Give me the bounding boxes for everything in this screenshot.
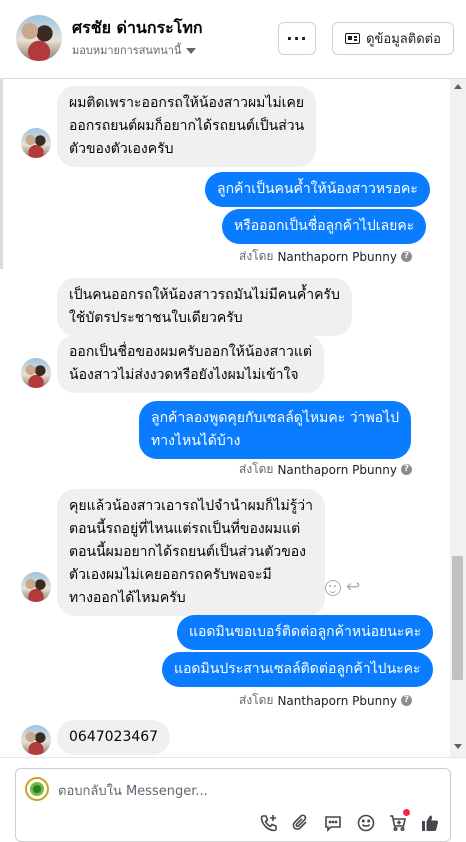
like-icon[interactable] — [419, 812, 441, 834]
message-line: หรือออกเป็นชื่อลูกค้าไปเลยคะ — [234, 218, 415, 234]
message-line: แอดมินประสานเซลล์ติดต่อลูกค้าไปนะคะ — [174, 661, 421, 677]
message-line: ออกรถยนต์ผมก็อยากได้รถยนต์เป็นส่วน — [69, 118, 305, 134]
conversation-header: ศรชัย ด่านกระโทก มอบหมายการสนทนานี้ ··· … — [0, 0, 466, 79]
assign-conversation-dropdown[interactable]: มอบหมายการสนทนานี้ — [72, 41, 197, 59]
message-outgoing[interactable]: แอดมินประสานเซลล์ติดต่อลูกค้าไปนะคะ — [162, 652, 433, 687]
sent-by-name: Nanthaporn Pbunny — [277, 462, 397, 477]
contact-avatar[interactable] — [16, 15, 62, 61]
assign-label: มอบหมายการสนทนานี้ — [72, 44, 182, 57]
message-line: คุยแล้วน้องสาวเอารถไปจำนำผมก็ไม่รู้ว่า — [69, 498, 314, 514]
message-line: ตัวของตัวเองครับ — [69, 141, 174, 157]
info-icon[interactable]: ? — [400, 251, 412, 262]
sent-by-prefix: ส่งโดย — [239, 693, 274, 707]
call-add-icon[interactable] — [258, 812, 280, 834]
attachment-icon[interactable] — [290, 812, 312, 834]
sent-by-label: ส่งโดย Nanthaporn Pbunny ? — [239, 460, 412, 479]
reply-icon[interactable]: ↩ — [346, 579, 360, 596]
notification-dot — [403, 809, 410, 816]
left-panel-edge — [0, 79, 3, 269]
message-line: เป็นคนออกรถให้น้องสาวรถมันไม่มีคนค้ำครับ — [69, 287, 340, 303]
sent-by-name: Nanthaporn Pbunny — [277, 249, 397, 264]
contact-name[interactable]: ศรชัย ด่านกระโทก — [72, 16, 203, 41]
message-line: ทางออกได้ไหมครับ — [69, 590, 186, 606]
sent-by-prefix: ส่งโดย — [239, 462, 274, 476]
message-line: ตอนนี้รถอยู่ที่ไหนแต่รถเป็นที่ของผมแต่ — [69, 521, 301, 537]
message-outgoing[interactable]: หรือออกเป็นชื่อลูกค้าไปเลยคะ — [222, 209, 427, 244]
message-outgoing[interactable]: ลูกค้าลองพูดคุยกับเซลล์ดูไหมคะ ว่าพอไป ท… — [139, 401, 412, 459]
message-line: 0647023467 — [69, 729, 159, 745]
message-line: ทางไหนได้บ้าง — [151, 433, 241, 449]
message-line: ออกเป็นชื่อของผมครับออกให้น้องสาวแต่ — [69, 344, 313, 360]
saved-reply-icon[interactable] — [322, 812, 344, 834]
contact-avatar-small[interactable] — [21, 128, 51, 158]
chevron-down-icon — [186, 48, 197, 54]
contact-avatar-small[interactable] — [21, 358, 51, 388]
scrollbar-thumb[interactable] — [452, 556, 463, 680]
contact-avatar-small[interactable] — [21, 572, 51, 602]
view-contact-info-label: ดูข้อมูลติดต่อ — [366, 32, 441, 47]
sent-by-label: ส่งโดย Nanthaporn Pbunny ? — [239, 247, 412, 266]
info-icon[interactable]: ? — [400, 464, 412, 475]
scroll-up-arrow-icon[interactable] — [454, 84, 462, 89]
message-line: ใช้บัตรประชาชนใบเดียวครับ — [69, 310, 243, 326]
message-incoming[interactable]: คุยแล้วน้องสาวเอารถไปจำนำผมก็ไม่รู้ว่า ต… — [57, 489, 326, 616]
message-incoming[interactable]: ผมติดเพราะออกรถให้น้องสาวผมไม่เคย ออกรถย… — [57, 86, 317, 167]
contact-avatar-small[interactable] — [21, 725, 51, 755]
scroll-down-arrow-icon[interactable] — [454, 744, 462, 749]
contact-card-icon — [345, 33, 361, 44]
emoji-icon[interactable] — [355, 812, 377, 834]
view-contact-info-button[interactable]: ดูข้อมูลติดต่อ — [332, 22, 454, 55]
message-incoming[interactable]: เป็นคนออกรถให้น้องสาวรถมันไม่มีคนค้ำครับ… — [57, 278, 352, 336]
sent-by-prefix: ส่งโดย — [239, 249, 274, 263]
message-incoming[interactable]: ออกเป็นชื่อของผมครับออกให้น้องสาวแต่ น้อ… — [57, 335, 325, 393]
message-outgoing[interactable]: แอดมินขอเบอร์ติดต่อลูกค้าหน่อยนะคะ — [177, 615, 434, 650]
more-options-button[interactable]: ··· — [278, 22, 316, 55]
page-avatar — [25, 777, 49, 801]
message-line: ลูกค้าเป็นคนค้ำให้น้องสาวหรอคะ — [217, 181, 418, 197]
message-line: ตอนนี้ผมอยากได้รถยนต์เป็นส่วนตัวของ — [69, 544, 307, 560]
info-icon[interactable]: ? — [400, 695, 412, 706]
message-line: น้องสาวไม่ส่งงวดหรือยังไงผมไม่เข้าใจ — [69, 367, 299, 383]
message-line: ตัวเองผมไม่เคยออกรถครับพอจะมี — [69, 567, 272, 583]
reply-composer[interactable] — [15, 768, 451, 842]
message-incoming[interactable]: 0647023467 — [57, 720, 171, 755]
more-icon: ··· — [286, 29, 308, 48]
message-line: แอดมินขอเบอร์ติดต่อลูกค้าหน่อยนะคะ — [189, 624, 422, 640]
reply-input[interactable] — [58, 781, 438, 801]
message-outgoing[interactable]: ลูกค้าเป็นคนค้ำให้น้องสาวหรอคะ — [205, 172, 430, 207]
sent-by-label: ส่งโดย Nanthaporn Pbunny ? — [239, 691, 412, 710]
message-line: ผมติดเพราะออกรถให้น้องสาวผมไม่เคย — [69, 95, 305, 111]
react-emoji-icon[interactable] — [325, 580, 341, 596]
message-line: ลูกค้าลองพูดคุยกับเซลล์ดูไหมคะ ว่าพอไป — [151, 410, 400, 426]
sent-by-name: Nanthaporn Pbunny — [277, 693, 397, 708]
